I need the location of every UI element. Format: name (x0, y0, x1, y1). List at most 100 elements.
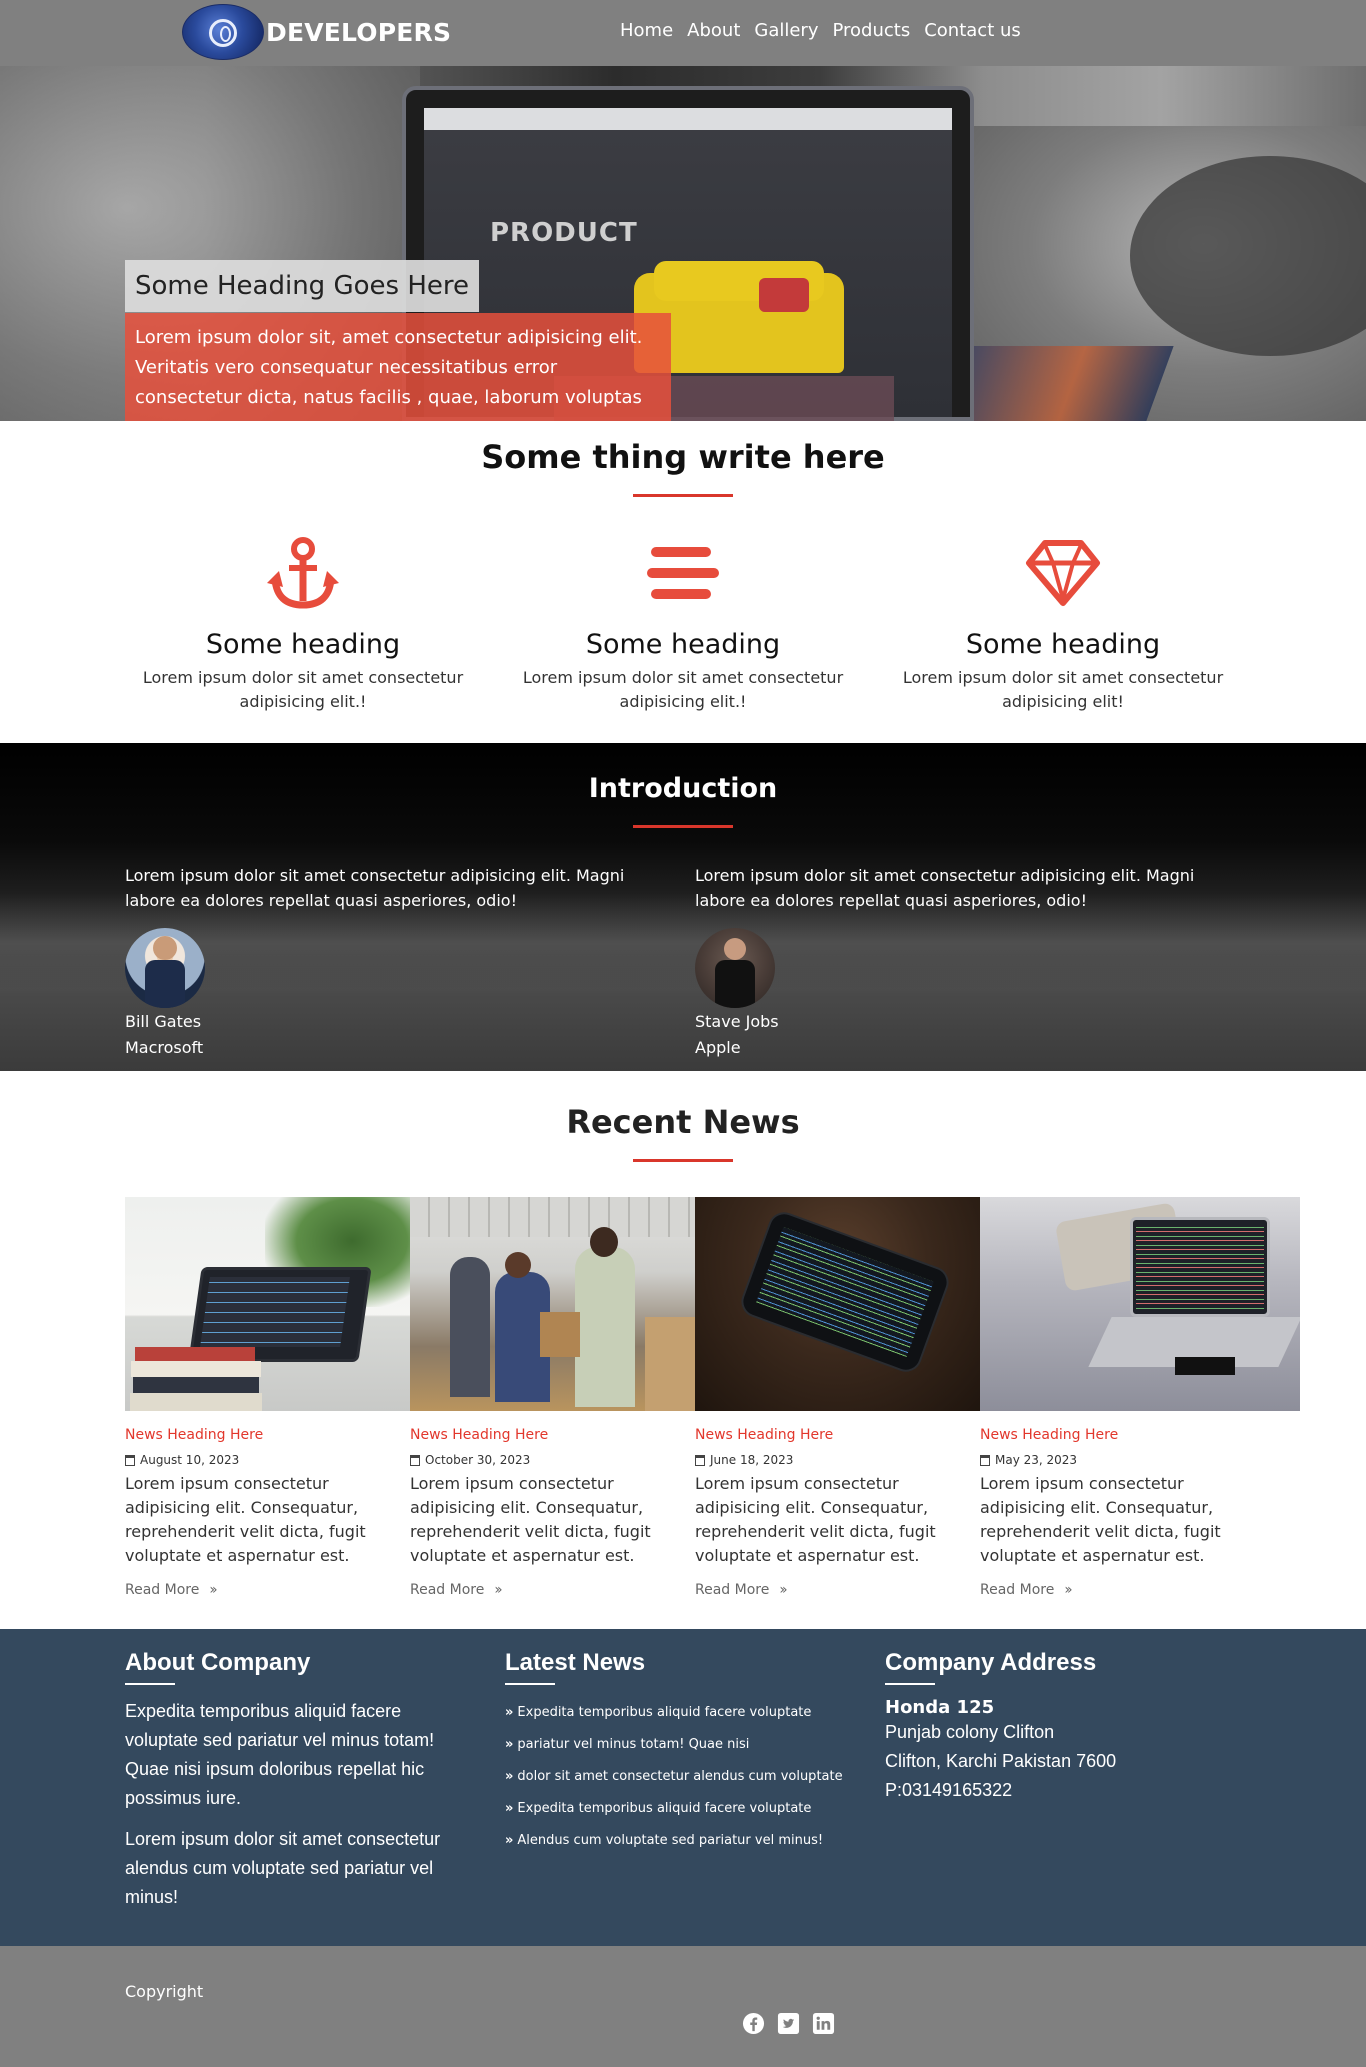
news-date: August 10, 2023 (140, 1453, 240, 1467)
hero-text-box: Lorem ipsum dolor sit, amet consectetur … (125, 313, 671, 421)
double-chevron-right-icon: ›› (1064, 1582, 1072, 1598)
footer-news-link[interactable]: » Expedita temporibus aliquid facere volu… (505, 1793, 855, 1825)
news-image-laptop-couch[interactable] (980, 1197, 1300, 1411)
bars-icon (647, 547, 719, 599)
footer-address-title: Company Address (885, 1649, 1097, 1676)
news-text: Lorem ipsum consectetur adipisicing elit… (410, 1474, 651, 1565)
nav-gallery[interactable]: Gallery (754, 20, 818, 41)
testimonial: Lorem ipsum dolor sit amet consectetur a… (125, 863, 655, 1060)
nav-contact[interactable]: Contact us (924, 20, 1021, 41)
bottom-bar: Copyright (0, 1946, 1366, 2067)
footer-news-link[interactable]: » Alendus cum voluptate sed pariatur vel … (505, 1825, 855, 1857)
nav-products[interactable]: Products (832, 20, 910, 41)
section-underline (633, 825, 733, 828)
hero-heading: Some Heading Goes Here (135, 271, 469, 301)
nav-about[interactable]: About (687, 20, 740, 41)
calendar-icon (980, 1454, 990, 1466)
facebook-icon[interactable] (742, 2012, 765, 2035)
main-nav: Home About Gallery Products Contact us (620, 20, 1021, 41)
diamond-icon (1026, 540, 1100, 607)
news-text: Lorem ipsum consectetur adipisicing elit… (125, 1474, 366, 1565)
footer-title-underline (505, 1683, 555, 1685)
read-more-link[interactable]: Read More ›› (980, 1582, 1300, 1598)
footer-news-link[interactable]: » pariatur vel minus totam! Quae nisi (505, 1729, 855, 1761)
news-title: Recent News (566, 1103, 800, 1141)
hero-banner: PRODUCT Some Heading Goes Here Lorem ips… (0, 66, 1366, 421)
footer-latest-news: Latest News » Expedita temporibus aliquid… (505, 1649, 855, 1857)
feature-text: Lorem ipsum dolor sit amet consectetur a… (522, 668, 844, 711)
news-text: Lorem ipsum consectetur adipisicing elit… (695, 1474, 936, 1565)
anchor-icon (267, 537, 339, 609)
feature-item: Some heading Lorem ipsum dolor sit amet … (873, 533, 1253, 714)
news-date: October 30, 2023 (425, 1453, 531, 1467)
brand-logo[interactable]: DEVELOPERS (182, 3, 451, 61)
features-title: Some thing write here (481, 438, 885, 476)
news-date: June 18, 2023 (710, 1453, 794, 1467)
news-card: News Heading Here October 30, 2023 Lorem… (410, 1197, 695, 1598)
testimonial-name: Bill Gates (125, 1012, 202, 1031)
address-line: Punjab colony Clifton (885, 1722, 1055, 1742)
double-chevron-right-icon: ›› (779, 1582, 787, 1598)
double-chevron-right-icon: » (505, 1833, 514, 1848)
news-image-smartphone[interactable] (695, 1197, 980, 1411)
news-text: Lorem ipsum consectetur adipisicing elit… (980, 1474, 1221, 1565)
news-heading[interactable]: News Heading Here (410, 1427, 695, 1443)
news-image-volunteers[interactable] (410, 1197, 695, 1411)
testimonial-company: Apple (695, 1038, 741, 1057)
double-chevron-right-icon: ›› (209, 1582, 217, 1598)
hero-heading-box: Some Heading Goes Here (125, 260, 479, 312)
news-heading[interactable]: News Heading Here (125, 1427, 410, 1443)
address-name: Honda 125 (885, 1697, 995, 1718)
testimonial-text: Lorem ipsum dolor sit amet consectetur a… (695, 866, 1195, 910)
introduction-section: Introduction Lorem ipsum dolor sit amet … (0, 743, 1366, 1071)
news-card: News Heading Here August 10, 2023 Lorem … (125, 1197, 410, 1598)
hero-screen-word: PRODUCT (490, 218, 638, 248)
double-chevron-right-icon: ›› (494, 1582, 502, 1598)
brand-name: DEVELOPERS (266, 17, 452, 47)
feature-text: Lorem ipsum dolor sit amet consectetur a… (142, 668, 464, 711)
double-chevron-right-icon: » (505, 1769, 514, 1784)
features-section: Some thing write here Some heading Lorem… (0, 421, 1366, 743)
footer-news-list: » Expedita temporibus aliquid facere volu… (505, 1697, 855, 1857)
news-heading[interactable]: News Heading Here (695, 1427, 980, 1443)
footer-latest-title: Latest News (505, 1649, 646, 1676)
read-more-link[interactable]: Read More ›› (125, 1582, 410, 1598)
news-heading[interactable]: News Heading Here (980, 1427, 1300, 1443)
footer-about: About Company Expedita temporibus aliqui… (125, 1649, 475, 1912)
news-date: May 23, 2023 (995, 1453, 1078, 1467)
news-card: News Heading Here June 18, 2023 Lorem ip… (695, 1197, 980, 1598)
feature-item: Some heading Lorem ipsum dolor sit amet … (113, 533, 493, 714)
feature-item: Some heading Lorem ipsum dolor sit amet … (493, 533, 873, 714)
double-chevron-right-icon: » (505, 1737, 514, 1752)
top-navbar: DEVELOPERS Home About Gallery Products C… (0, 0, 1366, 66)
read-more-link[interactable]: Read More ›› (410, 1582, 695, 1598)
recent-news-section: Recent News News Heading Here August 10,… (0, 1071, 1366, 1629)
logo-badge-icon (182, 4, 264, 60)
address-line: Clifton, Karchi Pakistan 7600 (885, 1751, 1117, 1771)
address-block: Honda 125 Punjab colony Clifton Clifton,… (885, 1697, 1235, 1805)
footer-title-underline (125, 1683, 175, 1685)
copyright-text: Copyright (125, 1982, 204, 2001)
footer-news-link[interactable]: » dolor sit amet consectetur alendus cum … (505, 1761, 855, 1793)
footer-about-title: About Company (125, 1649, 311, 1676)
linkedin-icon[interactable] (812, 2012, 835, 2035)
double-chevron-right-icon: » (505, 1801, 514, 1816)
hero-text: Lorem ipsum dolor sit, amet consectetur … (135, 327, 643, 408)
double-chevron-right-icon: » (505, 1705, 514, 1720)
nav-home[interactable]: Home (620, 20, 673, 41)
feature-text: Lorem ipsum dolor sit amet consectetur a… (902, 668, 1224, 711)
footer-news-link[interactable]: » Expedita temporibus aliquid facere volu… (505, 1697, 855, 1729)
calendar-icon (410, 1454, 420, 1466)
news-image-laptop-books[interactable] (125, 1197, 410, 1411)
avatar (125, 928, 205, 1008)
address-phone: P:03149165322 (885, 1780, 1013, 1800)
testimonial: Lorem ipsum dolor sit amet consectetur a… (695, 863, 1225, 1060)
section-underline (633, 1159, 733, 1162)
calendar-icon (125, 1454, 135, 1466)
read-more-link[interactable]: Read More ›› (695, 1582, 980, 1598)
calendar-icon (695, 1454, 705, 1466)
footer: About Company Expedita temporibus aliqui… (0, 1629, 1366, 1946)
feature-heading: Some heading (585, 629, 781, 660)
twitter-icon[interactable] (777, 2012, 800, 2035)
testimonial-text: Lorem ipsum dolor sit amet consectetur a… (125, 866, 625, 910)
